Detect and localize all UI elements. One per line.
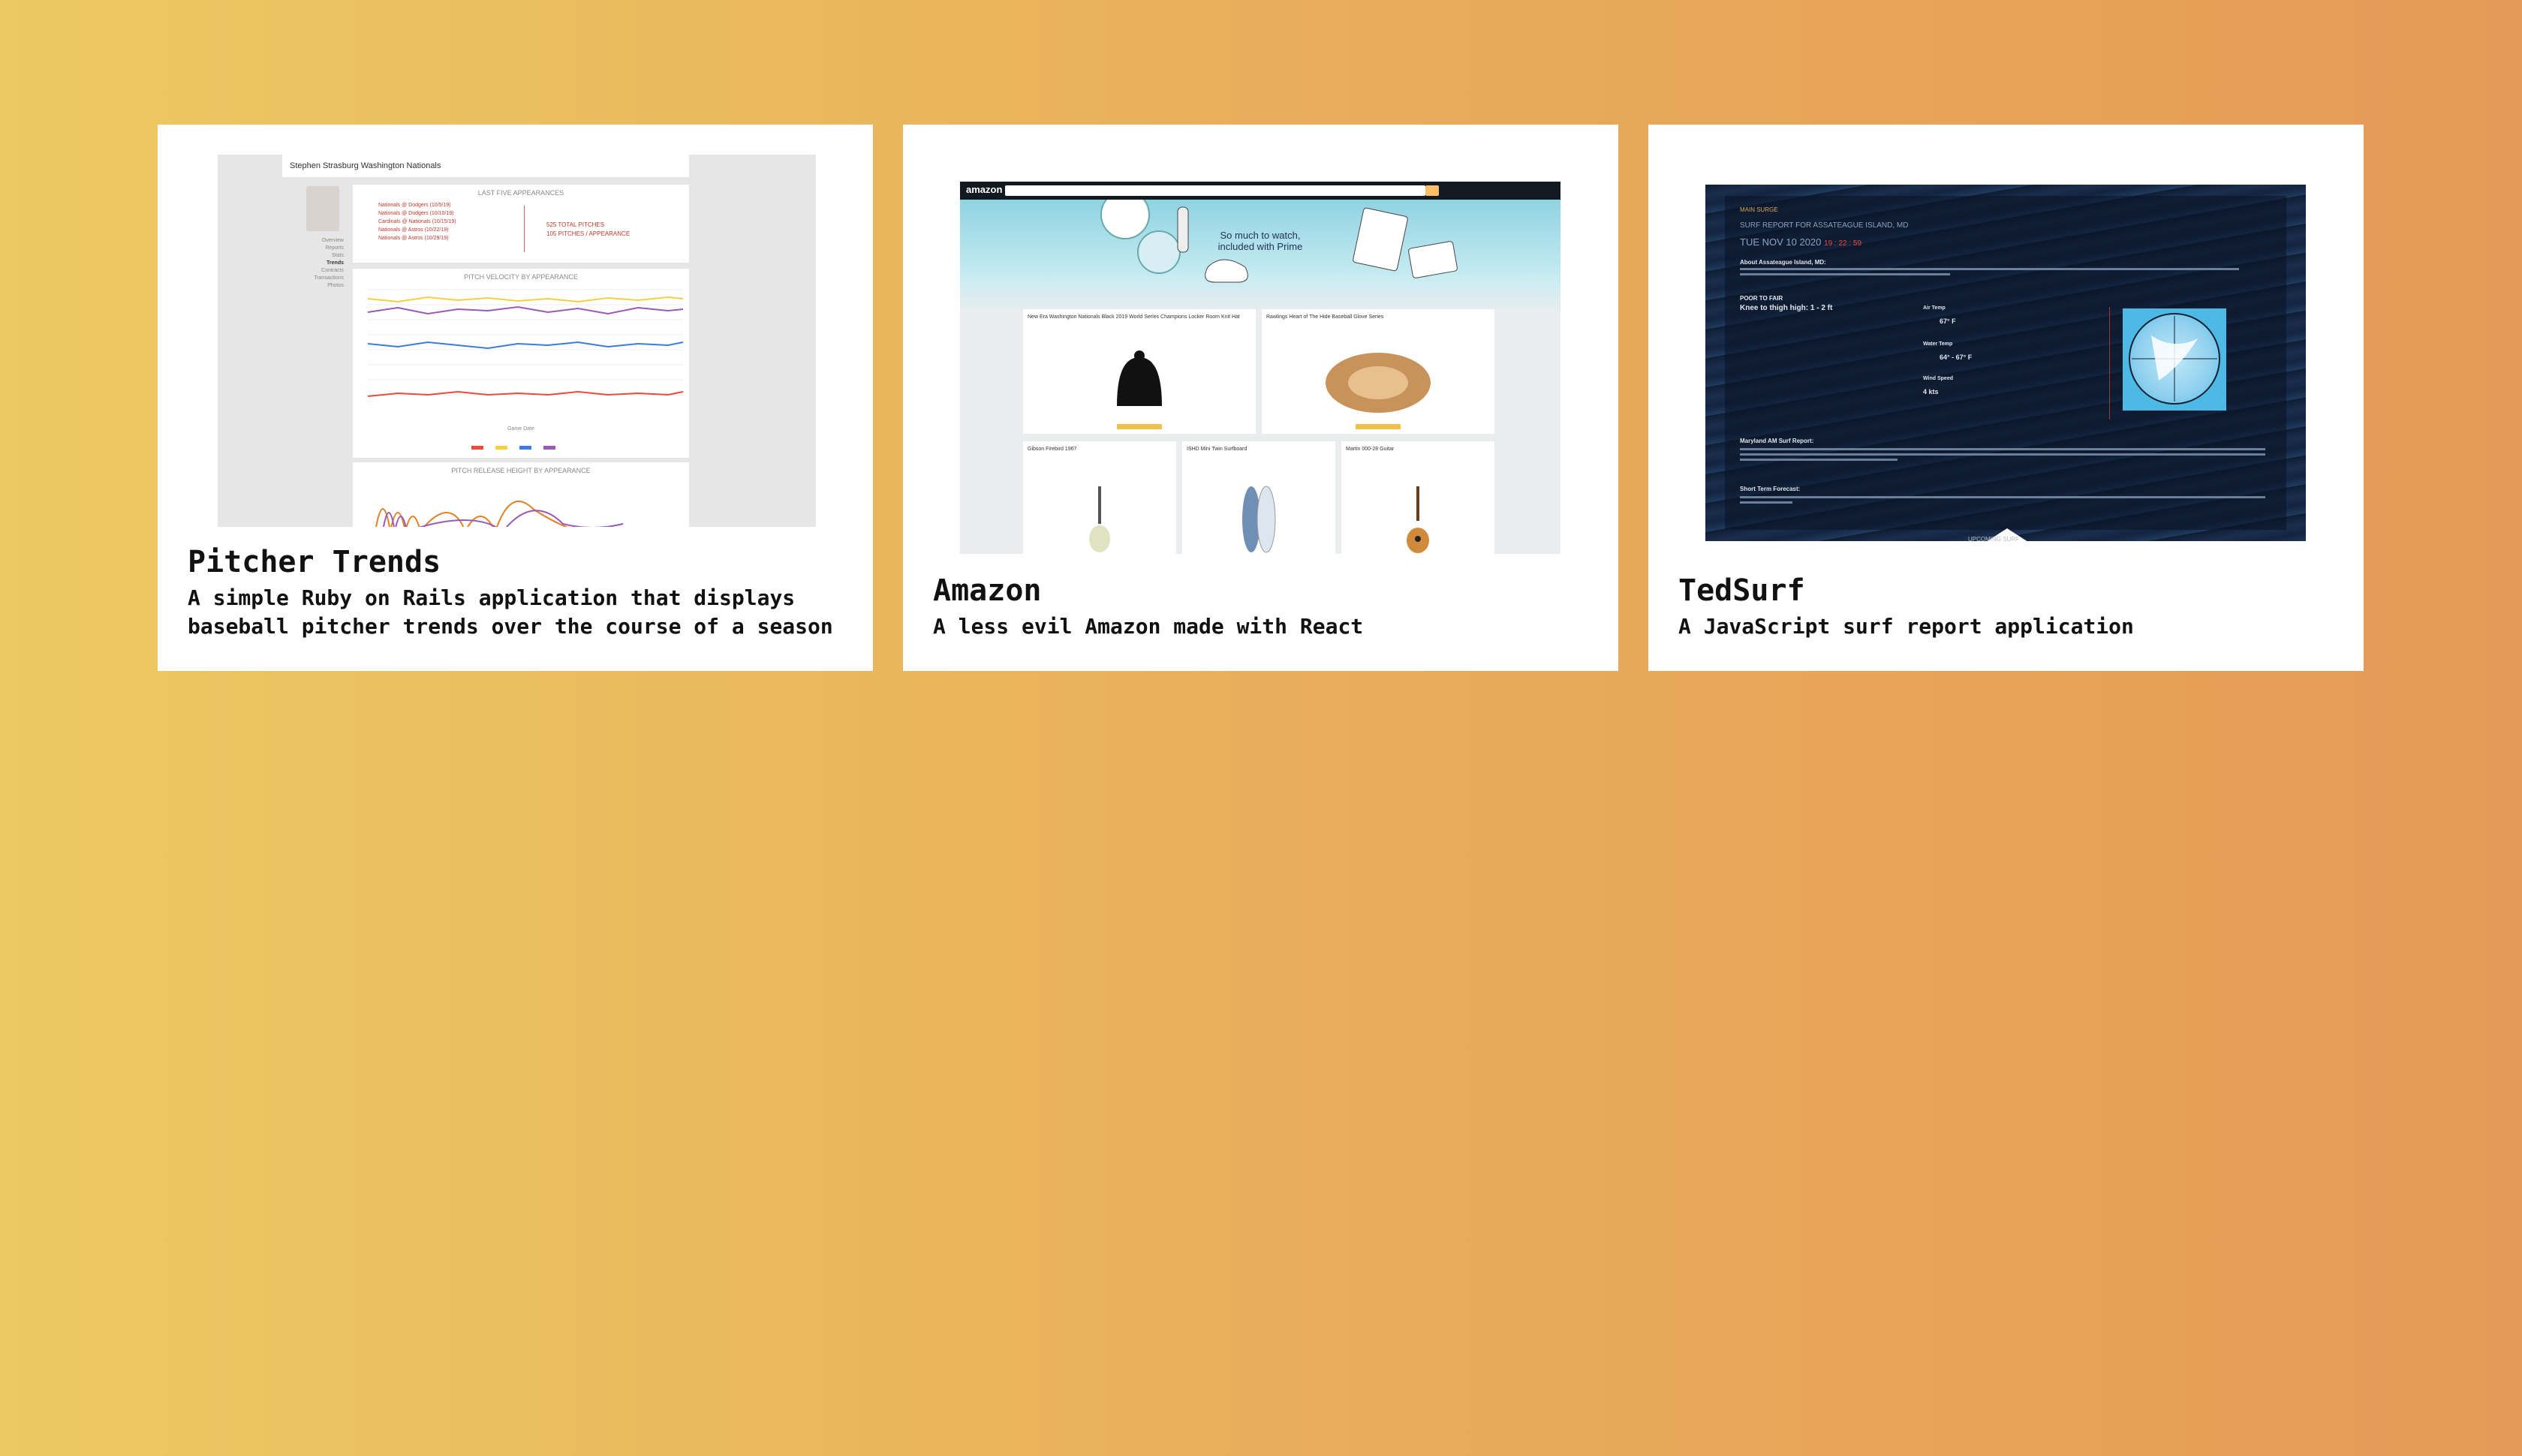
card-text: TedSurf A JavaScript surf report applica… [1678,573,2334,641]
preview-side-nav: Overview Reports Stats Trends Contracts … [314,238,344,288]
beanie-icon [1117,350,1162,406]
glove-icon [1326,353,1431,413]
product-card[interactable]: Rawlings Heart of The Hide Baseball Glov… [1262,309,1494,434]
upcoming-surf-link[interactable]: UPCOMING SURF [1968,536,2019,543]
amazon-search-bar [1005,185,1425,196]
search-icon [1425,185,1439,196]
card-title[interactable]: Pitcher Trends [188,545,843,579]
product-card[interactable]: Martin 000-28 Guitar [1341,441,1494,554]
preview-header: Stephen Strasburg Washington Nationals [282,155,689,177]
product-card[interactable]: ISHD Mini Twin Surfboard [1182,441,1335,554]
card-description: A JavaScript surf report application [1678,614,2134,639]
surfboard-icon [1242,486,1276,553]
product-card[interactable]: New Era Washington Nationals Black 2019 … [1023,309,1256,434]
amazon-navbar: amazon [960,182,1560,200]
preview-appearances-panel: LAST FIVE APPEARANCES Nationals @ Dodger… [353,185,689,263]
add-to-cart-button[interactable] [1356,424,1401,429]
preview-release-chart: PITCH RELEASE HEIGHT BY APPEARANCE [353,462,689,527]
hero-devices-icon [1100,200,1458,283]
card-description: A less evil Amazon made with React [933,614,1364,639]
pitcher-trends-screenshot: Stephen Strasburg Washington Nationals O… [218,155,816,527]
card-title[interactable]: TedSurf [1678,573,2334,608]
wind-compass-icon [2123,308,2226,411]
project-card-pitcher-trends[interactable]: Stephen Strasburg Washington Nationals O… [158,125,873,671]
amazon-logo: amazon [966,184,1003,195]
report-date: TUE NOV 10 2020 19 : 22 : 59 [1740,236,1862,248]
project-cards: Stephen Strasburg Washington Nationals O… [158,125,2364,671]
product-card[interactable]: Gibson Firebird 1967 [1023,441,1176,554]
amazon-screenshot: amazon So much to watch, included with P… [960,182,1560,554]
project-card-amazon[interactable]: amazon So much to watch, included with P… [903,125,1618,671]
card-title[interactable]: Amazon [933,573,1588,608]
add-to-cart-button[interactable] [1117,424,1162,429]
hero-text: So much to watch, included with Prime [1217,230,1303,252]
amazon-hero-banner: So much to watch, included with Prime [960,200,1560,312]
tedsurf-screenshot: MAIN SURGE SURF REPORT FOR ASSATEAGUE IS… [1705,185,2306,545]
player-photo [306,186,339,231]
project-card-tedsurf[interactable]: MAIN SURGE SURF REPORT FOR ASSATEAGUE IS… [1648,125,2364,671]
guitar-icon [1089,486,1110,552]
card-text: Pitcher Trends A simple Ruby on Rails ap… [188,545,843,641]
surf-report-panel: MAIN SURGE SURF REPORT FOR ASSATEAGUE IS… [1725,196,2286,530]
card-description: A simple Ruby on Rails application that … [188,585,833,639]
card-text: Amazon A less evil Amazon made with Reac… [933,573,1588,641]
acoustic-guitar-icon [1407,486,1429,553]
release-lines [375,501,624,527]
preview-velocity-chart: PITCH VELOCITY BY APPEARANCE Game Date [353,269,689,458]
